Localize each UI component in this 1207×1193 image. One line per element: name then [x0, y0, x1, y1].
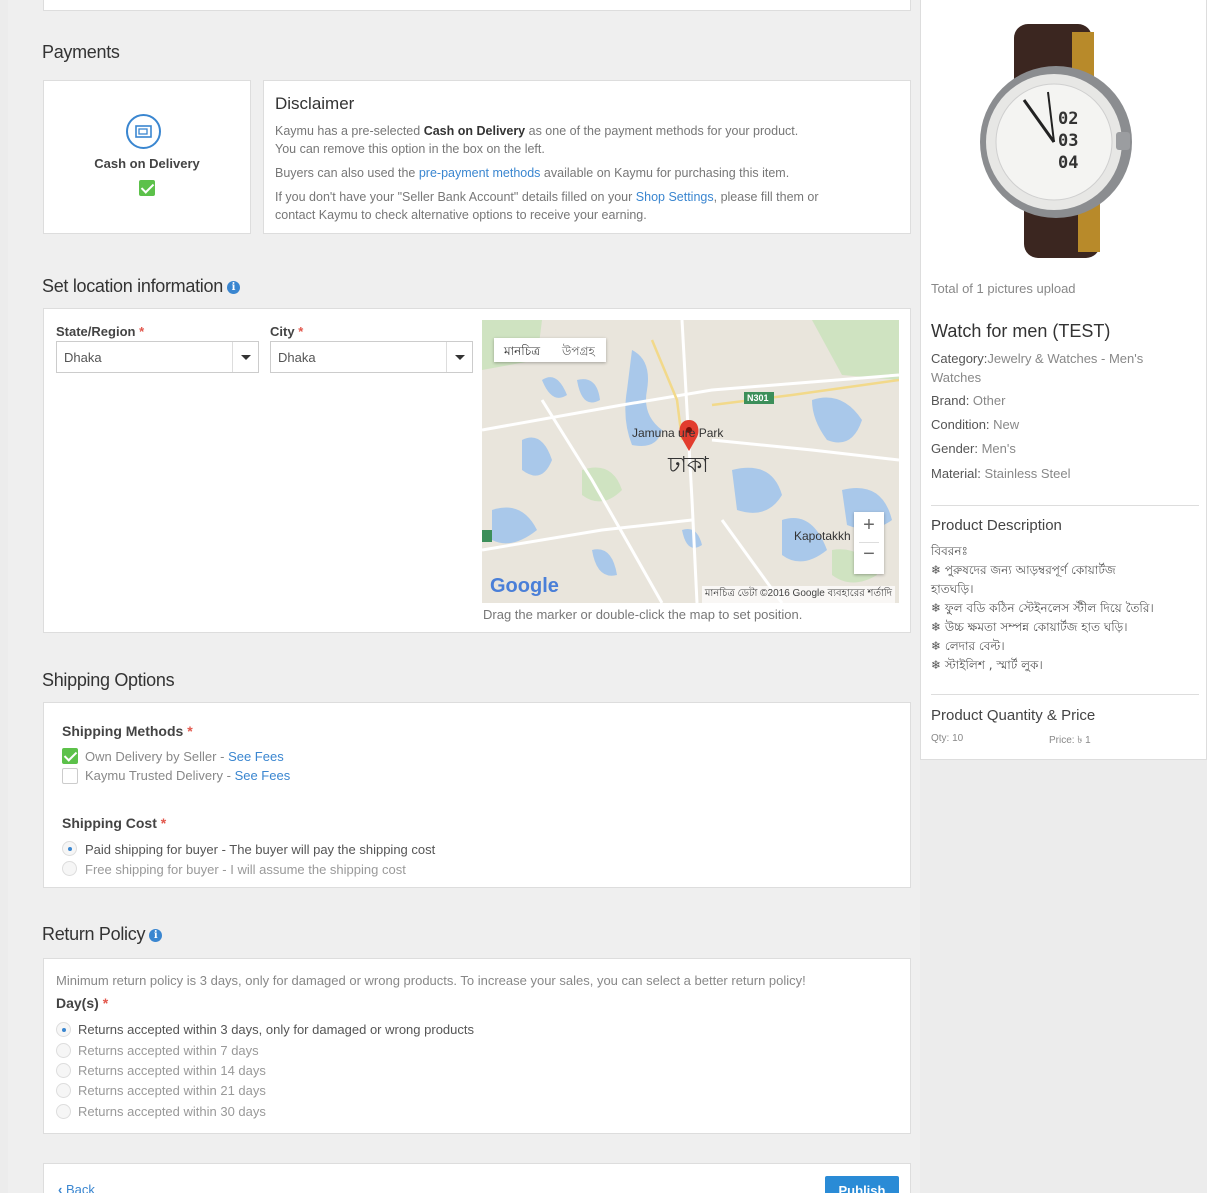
map-hint: Drag the marker or double-click the map …: [483, 607, 803, 622]
kaymu-delivery-option[interactable]: Kaymu Trusted Delivery - See Fees: [85, 768, 290, 783]
return-option[interactable]: Returns accepted within 30 days: [78, 1104, 266, 1119]
shop-settings-link[interactable]: Shop Settings: [636, 190, 714, 204]
map-tab-satellite[interactable]: উপগ্রহ: [562, 343, 595, 363]
product-gender: Gender: Men's: [931, 441, 1016, 456]
state-label: State/Region *: [56, 324, 145, 339]
return-option-radio[interactable]: [56, 1063, 71, 1078]
svg-text:04: 04: [1058, 153, 1078, 173]
map-type-tabs: মানচিত্র উপগ্রহ: [494, 338, 606, 362]
quantity-heading: Product Quantity & Price: [931, 707, 1096, 724]
return-policy-heading: Return Policy i: [42, 924, 163, 945]
google-logo: Google: [490, 575, 559, 597]
zoom-out-button[interactable]: −: [854, 543, 884, 566]
state-select[interactable]: Dhaka: [56, 341, 259, 373]
city-select[interactable]: Dhaka: [270, 341, 473, 373]
description-text: বিবরনঃ ❄ পুরুষদের জন্য আড়ম্বরপূর্ণ কোয়…: [931, 544, 1154, 672]
zoom-in-button[interactable]: +: [854, 514, 884, 537]
free-shipping-option[interactable]: Free shipping for buyer - I will assume …: [85, 862, 406, 877]
product-category: Category:Jewelry & Watches - Men's Watche…: [931, 351, 1144, 385]
see-fees-link[interactable]: See Fees: [228, 749, 284, 764]
cash-on-delivery-card[interactable]: Cash on Delivery: [43, 80, 251, 234]
main-column: Payments Cash on Delivery Disclaimer Kay…: [8, 0, 920, 1193]
shipping-box: Shipping Methods * Own Delivery by Selle…: [43, 702, 911, 888]
disclaimer-text: Kaymu has a pre-selected Cash on Deliver…: [275, 124, 819, 222]
return-policy-note: Minimum return policy is 3 days, only fo…: [56, 973, 806, 988]
return-option-radio[interactable]: [56, 1043, 71, 1058]
return-option[interactable]: Returns accepted within 21 days: [78, 1083, 266, 1098]
map-tab-map[interactable]: মানচিত্র: [504, 343, 540, 363]
cash-on-delivery-label: Cash on Delivery: [94, 156, 200, 171]
cash-on-delivery-checkbox[interactable]: [139, 180, 155, 196]
pre-payment-methods-link[interactable]: pre-payment methods: [419, 166, 541, 180]
disclaimer-title: Disclaimer: [275, 94, 355, 113]
return-option-radio[interactable]: [56, 1083, 71, 1098]
location-map[interactable]: মানচিত্র উপগ্রহ Jamuna ure Park ঢাকা Kap…: [482, 320, 899, 603]
info-icon[interactable]: i: [149, 929, 163, 942]
return-option-radio[interactable]: [56, 1022, 71, 1037]
return-policy-box: Minimum return policy is 3 days, only fo…: [43, 958, 911, 1134]
map-label-park: Jamuna ure Park: [632, 426, 724, 440]
cash-icon: [126, 114, 161, 149]
divider: [931, 694, 1199, 695]
publish-button[interactable]: Publish: [825, 1176, 899, 1193]
map-attribution: মানচিত্র ডেটা ©2016 Google ব্যবহারের শর্…: [701, 586, 895, 603]
shipping-methods-label: Shipping Methods *: [62, 723, 193, 739]
product-condition: Condition: New: [931, 417, 1020, 432]
footer-bar: ‹ Back Publish: [43, 1163, 911, 1193]
previous-section-box: [43, 0, 911, 11]
svg-text:02: 02: [1058, 109, 1078, 129]
kaymu-delivery-checkbox[interactable]: [62, 768, 78, 784]
product-brand: Brand: Other: [931, 393, 1006, 408]
chevron-left-icon: ‹: [58, 1182, 66, 1193]
paid-shipping-radio[interactable]: [62, 841, 77, 856]
price-value: Price: ৳ 1: [1049, 735, 1091, 746]
product-title: Watch for men (TEST): [931, 321, 1111, 341]
divider: [931, 505, 1199, 506]
map-zoom-controls: + −: [854, 512, 884, 574]
see-fees-link[interactable]: See Fees: [235, 768, 291, 783]
product-summary-sidebar: 02 03 04 Total of 1 pictures upload Watc…: [920, 0, 1207, 760]
pictures-count: Total of 1 pictures upload: [931, 281, 1076, 296]
product-image: 02 03 04: [966, 22, 1146, 262]
own-delivery-checkbox[interactable]: [62, 748, 78, 764]
paid-shipping-option[interactable]: Paid shipping for buyer - The buyer will…: [85, 842, 435, 857]
shipping-heading: Shipping Options: [42, 670, 175, 690]
own-delivery-option[interactable]: Own Delivery by Seller - See Fees: [85, 749, 284, 764]
quantity-value: Qty: 10: [931, 733, 964, 744]
map-road-label: N301: [747, 393, 769, 403]
free-shipping-radio[interactable]: [62, 861, 77, 876]
back-button[interactable]: ‹ Back: [58, 1182, 95, 1193]
return-option[interactable]: Returns accepted within 7 days: [78, 1043, 259, 1058]
map-label-dhaka: ঢাকা: [668, 452, 709, 477]
chevron-down-icon: [446, 342, 472, 372]
payments-heading: Payments: [42, 42, 120, 62]
svg-text:03: 03: [1058, 131, 1078, 151]
city-label: City *: [270, 324, 304, 339]
location-heading: Set location information i: [42, 276, 240, 297]
days-label: Day(s) *: [56, 995, 109, 1011]
map-label-kapotakkh: Kapotakkh: [794, 529, 851, 543]
info-icon[interactable]: i: [226, 281, 240, 294]
product-material: Material: Stainless Steel: [931, 466, 1071, 481]
description-heading: Product Description: [931, 517, 1062, 534]
disclaimer-box: Disclaimer Kaymu has a pre-selected Cash…: [263, 80, 911, 234]
return-option[interactable]: Returns accepted within 14 days: [78, 1063, 266, 1078]
chevron-down-icon: [232, 342, 258, 372]
return-option-radio[interactable]: [56, 1104, 71, 1119]
return-option[interactable]: Returns accepted within 3 days, only for…: [78, 1022, 474, 1037]
shipping-cost-label: Shipping Cost *: [62, 815, 167, 831]
